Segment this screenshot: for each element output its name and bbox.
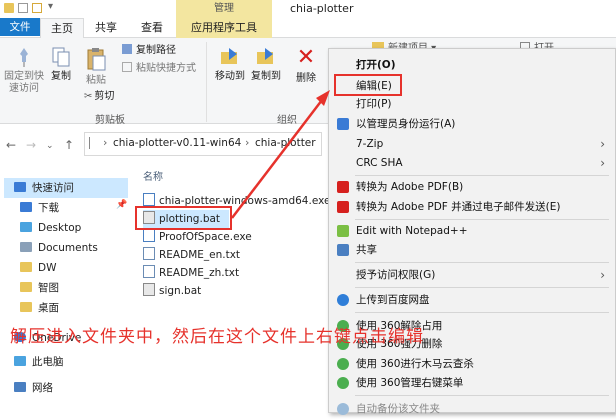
annotation-caption: 解压进入文件夹中，然后在这个文件上右键点击编辑: [10, 327, 424, 347]
annotation-arrow: [231, 90, 330, 219]
